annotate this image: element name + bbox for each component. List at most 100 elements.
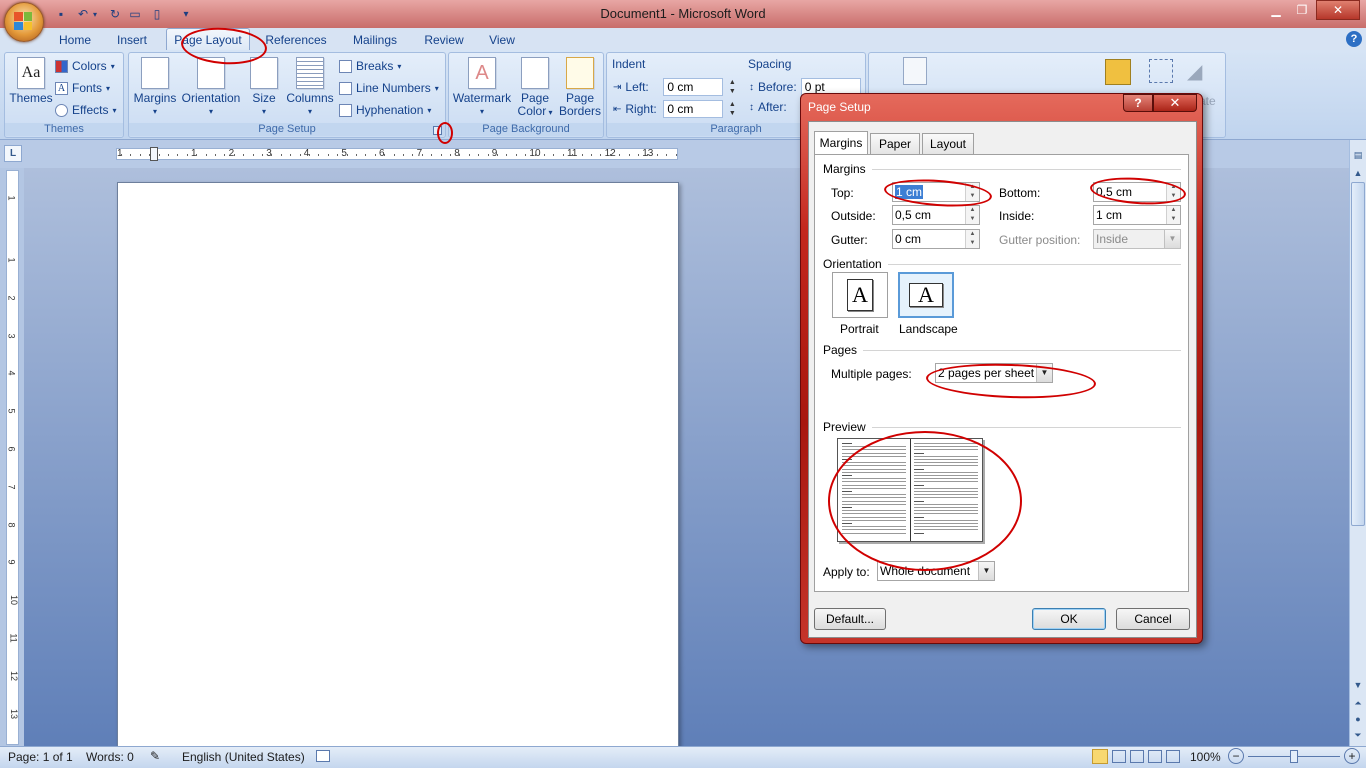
colors-button[interactable]: Colors ▾: [55, 59, 115, 73]
tab-selector-button[interactable]: L: [4, 145, 22, 162]
previous-page-icon[interactable]: ⏶: [1351, 696, 1365, 710]
default-button[interactable]: Default...: [814, 608, 886, 630]
fonts-button[interactable]: A Fonts ▾: [55, 81, 110, 95]
view-ruler-icon[interactable]: ▤: [1351, 148, 1365, 162]
page-count-status[interactable]: Page: 1 of 1: [8, 750, 73, 764]
size-button[interactable]: Size ▾: [245, 57, 283, 118]
maximize-button[interactable]: ❐: [1288, 0, 1316, 20]
tab-view[interactable]: View: [482, 30, 522, 49]
proofing-icon[interactable]: ✎: [150, 749, 160, 763]
page-setup-launcher-icon[interactable]: [433, 126, 442, 135]
select-browse-object-icon[interactable]: ●: [1351, 712, 1365, 726]
ok-button[interactable]: OK: [1032, 608, 1106, 630]
columns-button[interactable]: Columns ▾: [285, 57, 335, 118]
horizontal-ruler[interactable]: 112345678910111213: [116, 147, 678, 161]
outside-margin-input[interactable]: 0,5 cm ▲ ▼: [892, 205, 980, 225]
top-margin-input[interactable]: 1 cm ▲ ▼: [892, 182, 980, 202]
group-icon[interactable]: [1149, 59, 1173, 83]
document-page[interactable]: [117, 182, 679, 748]
help-icon[interactable]: ?: [1346, 31, 1362, 47]
scroll-up-icon[interactable]: ▲: [1351, 166, 1365, 180]
draft-view-icon[interactable]: [1166, 750, 1180, 763]
outside-margin-spinner[interactable]: ▲ ▼: [965, 206, 979, 224]
ruler-tick: [506, 154, 508, 156]
web-layout-icon[interactable]: [1130, 750, 1144, 763]
indent-left-spinner[interactable]: ▲ ▼: [727, 78, 737, 96]
chevron-down-icon[interactable]: ▼: [978, 562, 994, 580]
minimize-button[interactable]: ▁: [1262, 0, 1290, 20]
page-borders-icon: [566, 57, 594, 89]
macro-record-icon[interactable]: [316, 750, 330, 762]
indent-right-spinner[interactable]: ▲ ▼: [727, 100, 737, 118]
themes-button[interactable]: Aa Themes: [9, 57, 53, 105]
apply-to-select[interactable]: Whole document ▼: [877, 561, 995, 581]
hyphenation-button[interactable]: Hyphenation ▾: [339, 103, 431, 117]
position-icon[interactable]: [903, 57, 927, 85]
orientation-button[interactable]: Orientation ▾: [179, 57, 243, 118]
office-logo-icon: [14, 12, 32, 30]
page-color-button[interactable]: Page Color ▾: [513, 57, 557, 119]
effects-button[interactable]: Effects ▾: [55, 103, 116, 117]
print-layout-view-icon[interactable]: [1092, 749, 1108, 764]
tab-insert[interactable]: Insert: [108, 30, 156, 49]
indent-right-input[interactable]: 0 cm: [663, 100, 724, 118]
portrait-option[interactable]: A: [832, 272, 888, 318]
inside-margin-input[interactable]: 1 cm ▲ ▼: [1093, 205, 1181, 225]
dialog-help-button[interactable]: ?: [1123, 94, 1153, 112]
bottom-label: Bottom:: [999, 186, 1041, 200]
language-status[interactable]: English (United States): [182, 750, 305, 764]
word-count-status[interactable]: Words: 0: [86, 750, 134, 764]
ruler-tick: [271, 154, 273, 156]
bottom-margin-input[interactable]: 0,5 cm ▲ ▼: [1093, 182, 1181, 202]
scroll-down-icon[interactable]: ▼: [1351, 678, 1365, 692]
zoom-in-button[interactable]: +: [1344, 748, 1360, 764]
landscape-option[interactable]: A: [898, 272, 954, 318]
scroll-thumb[interactable]: [1351, 182, 1365, 526]
gutter-input[interactable]: 0 cm ▲ ▼: [892, 229, 980, 249]
next-page-icon[interactable]: ⏷: [1351, 728, 1365, 742]
outline-view-icon[interactable]: [1148, 750, 1162, 763]
vertical-ruler[interactable]: 1 1 2 3 4 5 6 7 8 9 10 11 12 13: [6, 170, 19, 745]
tab-paper[interactable]: Paper: [870, 133, 920, 154]
watermark-button[interactable]: A Watermark ▾: [451, 57, 513, 118]
dialog-close-button[interactable]: ✕: [1153, 94, 1197, 112]
line-numbers-button[interactable]: Line Numbers ▾: [339, 81, 439, 95]
cancel-button[interactable]: Cancel: [1116, 608, 1190, 630]
preview-text-line: [914, 462, 978, 464]
inside-margin-spinner[interactable]: ▲ ▼: [1166, 206, 1180, 224]
bottom-margin-spinner[interactable]: ▲ ▼: [1166, 183, 1180, 201]
full-screen-reading-icon[interactable]: [1112, 750, 1126, 763]
tab-layout[interactable]: Layout: [922, 133, 974, 154]
zoom-slider-thumb[interactable]: [1290, 750, 1298, 763]
breaks-button[interactable]: Breaks ▾: [339, 59, 401, 73]
ruler-tick: [525, 154, 527, 156]
tab-mailings[interactable]: Mailings: [344, 30, 406, 49]
top-margin-spinner[interactable]: ▲ ▼: [965, 183, 979, 201]
tab-references[interactable]: References: [260, 30, 332, 49]
preview-text-line: [914, 510, 978, 512]
indent-marker-icon[interactable]: [150, 147, 158, 161]
ruler-tick: [515, 154, 517, 156]
chevron-down-icon[interactable]: ▼: [1036, 364, 1052, 382]
tab-review[interactable]: Review: [418, 30, 470, 49]
preview-text-line: [914, 471, 978, 473]
margins-button[interactable]: Margins ▾: [131, 57, 179, 118]
office-button[interactable]: [4, 2, 44, 42]
close-window-button[interactable]: ✕: [1316, 0, 1360, 20]
gutter-spinner[interactable]: ▲ ▼: [965, 230, 979, 248]
page-borders-button[interactable]: Page Borders: [557, 57, 603, 118]
indent-left-input[interactable]: 0 cm: [663, 78, 724, 96]
tab-margins[interactable]: Margins: [814, 131, 868, 154]
zoom-level[interactable]: 100%: [1190, 750, 1221, 764]
vertical-scrollbar[interactable]: ▤ ▲ ▼ ⏶ ● ⏷: [1349, 140, 1366, 746]
multiple-pages-select[interactable]: 2 pages per sheet ▼: [935, 363, 1053, 383]
preview-text-line: [914, 516, 924, 518]
bring-to-front-icon[interactable]: [1105, 59, 1131, 85]
rotate-icon[interactable]: ◢: [1187, 59, 1215, 83]
tab-home[interactable]: Home: [52, 30, 98, 49]
preview-text-line: [842, 443, 852, 444]
tab-page-layout[interactable]: Page Layout: [166, 28, 250, 51]
zoom-out-button[interactable]: −: [1228, 748, 1244, 764]
ruler-tick: [562, 154, 564, 156]
preview-text-line: [842, 491, 852, 492]
